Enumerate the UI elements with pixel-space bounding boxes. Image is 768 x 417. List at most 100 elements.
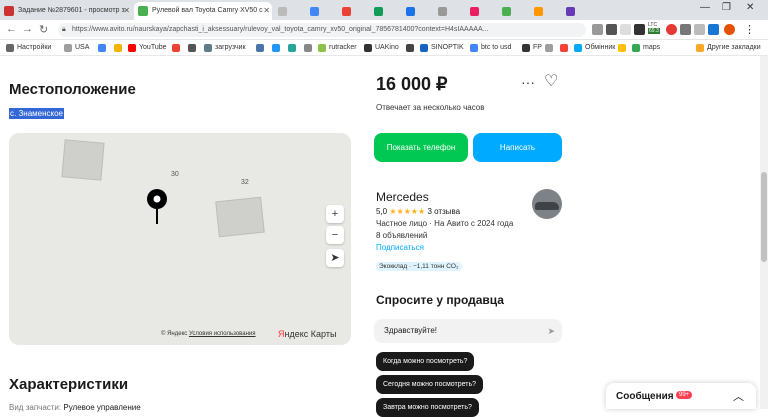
google-icon bbox=[98, 44, 106, 52]
bookmark-favicon bbox=[304, 44, 312, 52]
bookmark-other[interactable]: Другие закладки bbox=[696, 42, 761, 54]
seller-type: Частное лицо · На Авито с 2024 года bbox=[376, 219, 514, 228]
map-pin-icon bbox=[147, 189, 167, 224]
spec-row: Вид запчасти: Рулевое управление bbox=[9, 403, 141, 412]
quick-question-chip[interactable]: Завтра можно посмотреть? bbox=[376, 398, 479, 417]
seller-ads-count[interactable]: 8 объявлений bbox=[376, 231, 427, 240]
profile-avatar[interactable] bbox=[724, 24, 735, 35]
bookmark-rutracker[interactable]: rutracker bbox=[318, 42, 357, 54]
menu-kebab-icon[interactable]: ⋮ bbox=[744, 23, 755, 36]
map[interactable]: 30 32 + − ➤ © Яндекс Условия использован… bbox=[9, 133, 351, 345]
ask-seller-heading: Спросите у продавца bbox=[376, 293, 504, 307]
bookmark-favicon bbox=[545, 44, 553, 52]
extension-icon[interactable] bbox=[694, 24, 705, 35]
bookmark-favicon bbox=[618, 44, 626, 52]
map-attribution: © Яндекс Условия использования bbox=[161, 331, 256, 337]
tab-strip: Задание №2879601 - просмотр з ✕ Рулевой … bbox=[0, 0, 768, 20]
bookmark-youtube[interactable]: YouTube bbox=[128, 42, 167, 54]
bookmark-fp[interactable]: FP bbox=[522, 42, 542, 54]
show-phone-button[interactable]: Показать телефон bbox=[374, 133, 468, 162]
extension-icon[interactable] bbox=[708, 24, 719, 35]
share-icon[interactable] bbox=[592, 24, 603, 35]
extension-icon[interactable] bbox=[606, 24, 617, 35]
maximize-icon[interactable]: ❐ bbox=[722, 2, 731, 13]
tab-title: Рулевой вал Toyota Camry XV50 с bbox=[152, 7, 263, 14]
send-icon[interactable]: ➤ bbox=[547, 319, 555, 343]
more-options-icon[interactable]: ··· bbox=[521, 74, 535, 90]
google-icon bbox=[470, 44, 478, 52]
bookmark-settings[interactable]: Настройки bbox=[6, 42, 51, 54]
seller-rating[interactable]: 5,0 ★★★★★ 3 отзыва bbox=[376, 207, 460, 216]
messenger-title: Сообщения bbox=[616, 391, 674, 402]
back-icon[interactable]: ← bbox=[6, 23, 17, 35]
minimize-icon[interactable]: — bbox=[700, 2, 710, 13]
url-input[interactable]: 🔒︎ https://www.avito.ru/naurskaya/zapcha… bbox=[58, 23, 586, 37]
bookmark-maps[interactable]: maps bbox=[632, 42, 660, 54]
reload-icon[interactable]: ↻ bbox=[39, 23, 48, 36]
map-building bbox=[215, 196, 265, 238]
ltc-extension[interactable]: LTC 69.3 bbox=[648, 22, 660, 34]
address-bar: ← → ↻ 🔒︎ https://www.avito.ru/naurskaya/… bbox=[0, 20, 768, 40]
zoom-in-button[interactable]: + bbox=[326, 205, 344, 223]
close-tab-icon[interactable]: ✕ bbox=[263, 2, 270, 20]
car-image bbox=[535, 202, 559, 210]
bookmark-usa[interactable]: USA bbox=[64, 42, 89, 54]
rutracker-icon bbox=[318, 44, 326, 52]
bookmark-uakino[interactable]: UAKino bbox=[364, 42, 399, 54]
gear-icon bbox=[6, 44, 14, 52]
yandex-maps-logo[interactable]: Яндекс Карты bbox=[278, 329, 336, 339]
house-number: 32 bbox=[241, 179, 249, 186]
bookmark-downloader[interactable]: загрузчик bbox=[204, 42, 246, 54]
bookmark-sinoptik[interactable]: SINOPTIK bbox=[420, 42, 464, 54]
close-tab-icon[interactable]: ✕ bbox=[123, 2, 130, 20]
tab-favicon bbox=[138, 6, 148, 16]
tab-task[interactable]: Задание №2879601 - просмотр з ✕ bbox=[0, 2, 132, 20]
zoom-out-button[interactable]: − bbox=[326, 226, 344, 244]
map-terms-link[interactable]: Условия использования bbox=[189, 331, 256, 337]
eco-badge[interactable]: Экокклад · −1,11 тонн CO₂ bbox=[376, 262, 462, 271]
bookmark-favicon bbox=[406, 44, 414, 52]
scrollbar-thumb[interactable] bbox=[761, 172, 767, 262]
chevron-up-icon[interactable]: ︿ bbox=[733, 388, 744, 404]
close-window-icon[interactable]: ✕ bbox=[746, 2, 754, 13]
bookmark-favicon bbox=[188, 44, 196, 52]
star-rating-icon: ★★★★★ bbox=[389, 207, 426, 216]
house-number: 30 bbox=[171, 171, 179, 178]
quick-question-chip[interactable]: Когда можно посмотреть? bbox=[376, 352, 475, 371]
write-message-button[interactable]: Написать bbox=[473, 133, 562, 162]
gmail-icon bbox=[172, 44, 180, 52]
seller-name[interactable]: Mercedes bbox=[376, 190, 429, 204]
messenger-widget[interactable]: Сообщения 99+ ︿ bbox=[606, 383, 756, 409]
geolocate-button[interactable]: ➤ bbox=[326, 249, 344, 267]
message-input[interactable]: Здравствуйте! ➤ bbox=[374, 319, 562, 343]
maps-icon bbox=[632, 44, 640, 52]
subscribe-link[interactable]: Подписаться bbox=[376, 243, 424, 252]
youtube-icon bbox=[128, 44, 136, 52]
extension-icon[interactable] bbox=[620, 24, 631, 35]
tab-avito[interactable]: Рулевой вал Toyota Camry XV50 с ✕ bbox=[134, 2, 272, 20]
uakino-icon bbox=[364, 44, 372, 52]
extension-icon[interactable] bbox=[634, 24, 645, 35]
vk-icon bbox=[256, 44, 264, 52]
price: 16 000 ₽ bbox=[376, 74, 448, 94]
extension-icon[interactable] bbox=[666, 24, 677, 35]
bookmark-favicon bbox=[288, 44, 296, 52]
seller-avatar[interactable] bbox=[532, 189, 562, 219]
forward-icon[interactable]: → bbox=[22, 23, 33, 35]
sinoptik-icon bbox=[420, 44, 428, 52]
other-tabs[interactable] bbox=[276, 2, 606, 20]
tab-title: Задание №2879601 - просмотр з bbox=[18, 7, 125, 14]
extensions-puzzle-icon[interactable] bbox=[680, 24, 691, 35]
favorite-heart-icon[interactable]: ♡ bbox=[544, 71, 558, 91]
unread-badge: 99+ bbox=[676, 391, 693, 399]
folder-icon bbox=[64, 44, 72, 52]
map-building bbox=[61, 139, 105, 181]
download-icon bbox=[204, 44, 212, 52]
location-heading: Местоположение bbox=[9, 81, 136, 98]
exchange-icon bbox=[574, 44, 582, 52]
characteristics-heading: Характеристики bbox=[9, 376, 129, 393]
bookmark-exchanger[interactable]: Обмінник bbox=[574, 42, 615, 54]
bookmark-btc[interactable]: btc to usd bbox=[470, 42, 511, 54]
lock-icon: 🔒︎ bbox=[62, 26, 66, 33]
quick-question-chip[interactable]: Сегодня можно посмотреть? bbox=[376, 375, 484, 394]
